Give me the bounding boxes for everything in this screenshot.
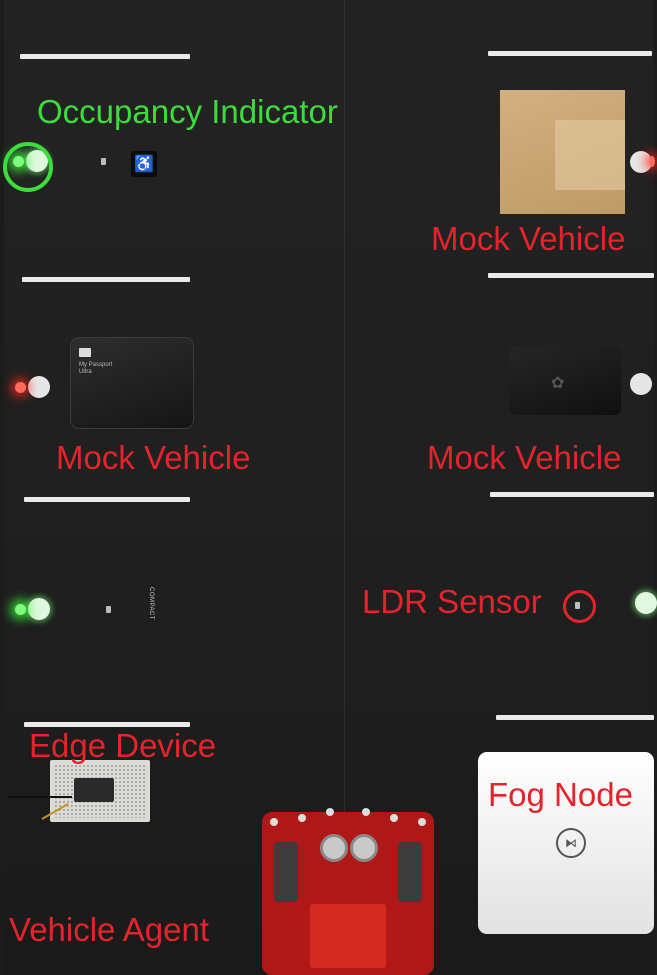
fog-node-logo-icon: ⧑ (556, 828, 586, 858)
parking-board: ♿ My Passport Ultra ✿ COMPACT ⧑ Occupanc… (3, 0, 657, 975)
lane-marking (20, 54, 190, 59)
lane-marking (496, 715, 654, 720)
wd-logo (79, 348, 91, 357)
ultrasonic-sensor-eye (320, 834, 348, 862)
slot-marker-disc (28, 376, 50, 398)
mock-vehicle-pi-case: ✿ (509, 347, 621, 415)
mock-vehicle-label: Mock Vehicle (427, 439, 622, 476)
lane-marking (22, 277, 190, 282)
vehicle-agent-robot (262, 808, 434, 975)
photo-stage: ♿ My Passport Ultra ✿ COMPACT ⧑ Occupanc… (0, 0, 657, 975)
slot-marker-disc (630, 373, 652, 395)
occupancy-indicator-label: Occupancy Indicator (37, 93, 338, 130)
lane-marking (490, 492, 654, 497)
occupancy-led-red (15, 382, 26, 393)
mock-vehicle-label: Mock Vehicle (431, 220, 626, 257)
lane-marking (488, 273, 654, 278)
raspberry-logo-icon: ✿ (551, 375, 565, 392)
occupancy-led-red (649, 156, 655, 167)
edge-device-label: Edge Device (29, 727, 217, 764)
occupancy-led-green (15, 604, 26, 615)
wheelchair-icon: ♿ (131, 151, 157, 177)
packing-tape (555, 120, 625, 190)
sensor-chip (101, 158, 106, 165)
slot-marker-disc (28, 598, 50, 620)
usb-cable (8, 796, 72, 798)
lane-marking (488, 51, 652, 56)
ultrasonic-sensor-eye (350, 834, 378, 862)
fog-node-label: Fog Node (488, 776, 633, 813)
robot-standoff (298, 814, 306, 822)
robot-standoff (326, 808, 334, 816)
robot-standoff (270, 818, 278, 826)
lane-marking (24, 497, 190, 502)
compact-parking-marking: COMPACT (148, 587, 154, 621)
mock-vehicle-hard-drive: My Passport Ultra (70, 337, 194, 429)
hdd-label: My Passport Ultra (79, 362, 113, 376)
edge-device-breadboard (50, 760, 150, 822)
robot-standoff (418, 818, 426, 826)
esp32-module (74, 778, 114, 802)
vehicle-agent-label: Vehicle Agent (9, 911, 209, 948)
robot-control-board (310, 904, 386, 968)
mock-vehicle-cardboard-box (500, 90, 625, 214)
occupancy-indicator-highlight-ring (3, 142, 53, 192)
slot-marker-disc (635, 592, 657, 614)
robot-wheel (398, 842, 422, 902)
robot-wheel (274, 842, 298, 902)
robot-standoff (362, 808, 370, 816)
sensor-chip (106, 606, 111, 613)
ldr-sensor-highlight-ring (563, 590, 596, 623)
robot-standoff (390, 814, 398, 822)
mock-vehicle-label: Mock Vehicle (56, 439, 251, 476)
ldr-sensor-label: LDR Sensor (362, 583, 542, 620)
